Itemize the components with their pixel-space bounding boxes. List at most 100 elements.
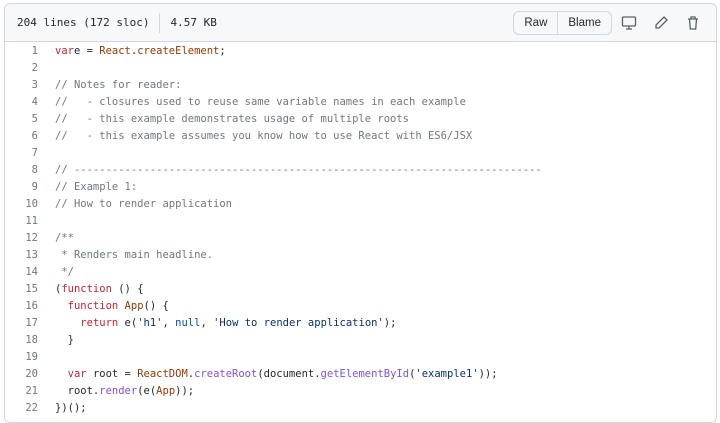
code-token: /** — [55, 232, 74, 244]
file-size: 4.57 KB — [170, 16, 217, 29]
code-text: return e('h1', null, 'How to render appl… — [55, 315, 396, 332]
code-line: 7 — [5, 145, 716, 162]
line-number[interactable]: 8 — [5, 162, 38, 179]
code-token: var — [55, 45, 74, 57]
code-view: 1 vare = React.createElement; 2 3 // Notes f… — [5, 42, 716, 417]
code-line: 3 // Notes for reader: — [5, 77, 716, 94]
line-number[interactable]: 1 — [5, 43, 38, 60]
line-number[interactable]: 14 — [5, 264, 38, 281]
code-token: function — [61, 283, 112, 295]
code-line: 15 (function () { — [5, 281, 716, 298]
line-count: 204 lines (172 sloc) — [17, 16, 150, 29]
code-text: // - closures used to reuse same variabl… — [55, 94, 466, 111]
code-text: })(); — [55, 400, 87, 417]
code-token: e( — [118, 317, 138, 329]
display-icon[interactable] — [614, 11, 644, 35]
code-token: var — [67, 368, 87, 380]
line-number[interactable]: 18 — [5, 332, 38, 349]
code-token: // Example 1: — [55, 181, 138, 193]
code-token: createRoot — [194, 368, 258, 380]
code-text: /** — [55, 230, 74, 247]
code-text: // Example 1: — [55, 179, 137, 196]
code-token: * Renders main headline. — [55, 249, 214, 261]
code-line: 14 */ — [5, 264, 716, 281]
code-token: // Notes for reader: — [55, 79, 182, 91]
code-line: 2 — [5, 60, 716, 77]
code-line: 5 // - this example demonstrates usage of… — [5, 111, 716, 128]
divider — [159, 12, 161, 33]
line-number[interactable]: 7 — [5, 145, 38, 162]
code-token: () { — [111, 283, 144, 295]
file-viewer: 204 lines (172 sloc) 4.57 KB Raw Blame 1… — [4, 3, 717, 423]
code-token: } — [55, 334, 74, 346]
code-token: e = — [73, 45, 100, 57]
pencil-icon[interactable] — [646, 11, 676, 35]
line-number[interactable]: 9 — [5, 179, 38, 196]
code-line: 8 // ------------------------------------… — [5, 162, 716, 179]
trash-icon[interactable] — [678, 11, 708, 35]
code-token: getElementById — [320, 368, 410, 380]
code-token: null — [175, 317, 201, 329]
code-token: 'How to render application' — [213, 317, 384, 329]
line-number[interactable]: 12 — [5, 230, 38, 247]
code-token: root. — [55, 385, 100, 397]
file-header: 204 lines (172 sloc) 4.57 KB Raw Blame — [5, 4, 716, 42]
code-line: 1 vare = React.createElement; — [5, 43, 716, 60]
line-number[interactable]: 4 — [5, 94, 38, 111]
line-number[interactable]: 19 — [5, 349, 38, 366]
code-text: * Renders main headline. — [55, 247, 213, 264]
code-token: , — [200, 317, 214, 329]
code-line: 9 // Example 1: — [5, 179, 716, 196]
code-token: App — [156, 385, 176, 397]
line-number[interactable]: 21 — [5, 383, 38, 400]
line-number[interactable]: 13 — [5, 247, 38, 264]
code-token: )); — [478, 368, 498, 380]
code-line: 11 — [5, 213, 716, 230]
code-text: // Notes for reader: — [55, 77, 181, 94]
code-token: // - this example demonstrates usage of … — [55, 113, 410, 125]
line-number[interactable]: 6 — [5, 128, 38, 145]
line-number[interactable]: 22 — [5, 400, 38, 417]
code-token: */ — [55, 266, 74, 278]
code-token: return — [80, 317, 119, 329]
line-number[interactable]: 3 — [5, 77, 38, 94]
code-token: })(); — [55, 402, 87, 414]
code-line: 13 * Renders main headline. — [5, 247, 716, 264]
code-token: ReactDOM — [137, 368, 188, 380]
line-number[interactable]: 2 — [5, 60, 38, 77]
code-token: // - closures used to reuse same variabl… — [55, 96, 466, 108]
line-number[interactable]: 5 — [5, 111, 38, 128]
code-line: 16 function App() { — [5, 298, 716, 315]
line-number[interactable]: 20 — [5, 366, 38, 383]
raw-button[interactable]: Raw — [514, 12, 557, 34]
code-token: ); — [383, 317, 397, 329]
code-line: 17 return e('h1', null, 'How to render a… — [5, 315, 716, 332]
code-line: 12 /** — [5, 230, 716, 247]
code-token: createElement — [137, 45, 220, 57]
code-line: 22 })(); — [5, 400, 716, 417]
line-number[interactable]: 17 — [5, 315, 38, 332]
code-text: // - this example assumes you know how t… — [55, 128, 472, 145]
code-text: // How to render application — [55, 196, 232, 213]
code-token: )); — [175, 385, 195, 397]
blame-button[interactable]: Blame — [557, 11, 611, 34]
code-token: // -------------------------------------… — [55, 164, 542, 176]
code-text: (function () { — [55, 281, 144, 298]
code-line: 19 — [5, 349, 716, 366]
code-text: function App() { — [55, 298, 169, 315]
code-line: 20 var root = ReactDOM.createRoot(docume… — [5, 366, 716, 383]
line-number[interactable]: 15 — [5, 281, 38, 298]
code-token: 'h1' — [137, 317, 163, 329]
code-text: // - this example demonstrates usage of … — [55, 111, 409, 128]
code-token: App — [118, 300, 144, 312]
line-number[interactable]: 10 — [5, 196, 38, 213]
code-text: } — [55, 332, 74, 349]
line-number[interactable]: 16 — [5, 298, 38, 315]
code-text: vare = React.createElement; — [55, 43, 226, 60]
code-line: 4 // - closures used to reuse same variab… — [5, 94, 716, 111]
code-token: React — [99, 45, 131, 57]
line-number[interactable]: 11 — [5, 213, 38, 230]
code-token: // - this example assumes you know how t… — [55, 130, 473, 142]
